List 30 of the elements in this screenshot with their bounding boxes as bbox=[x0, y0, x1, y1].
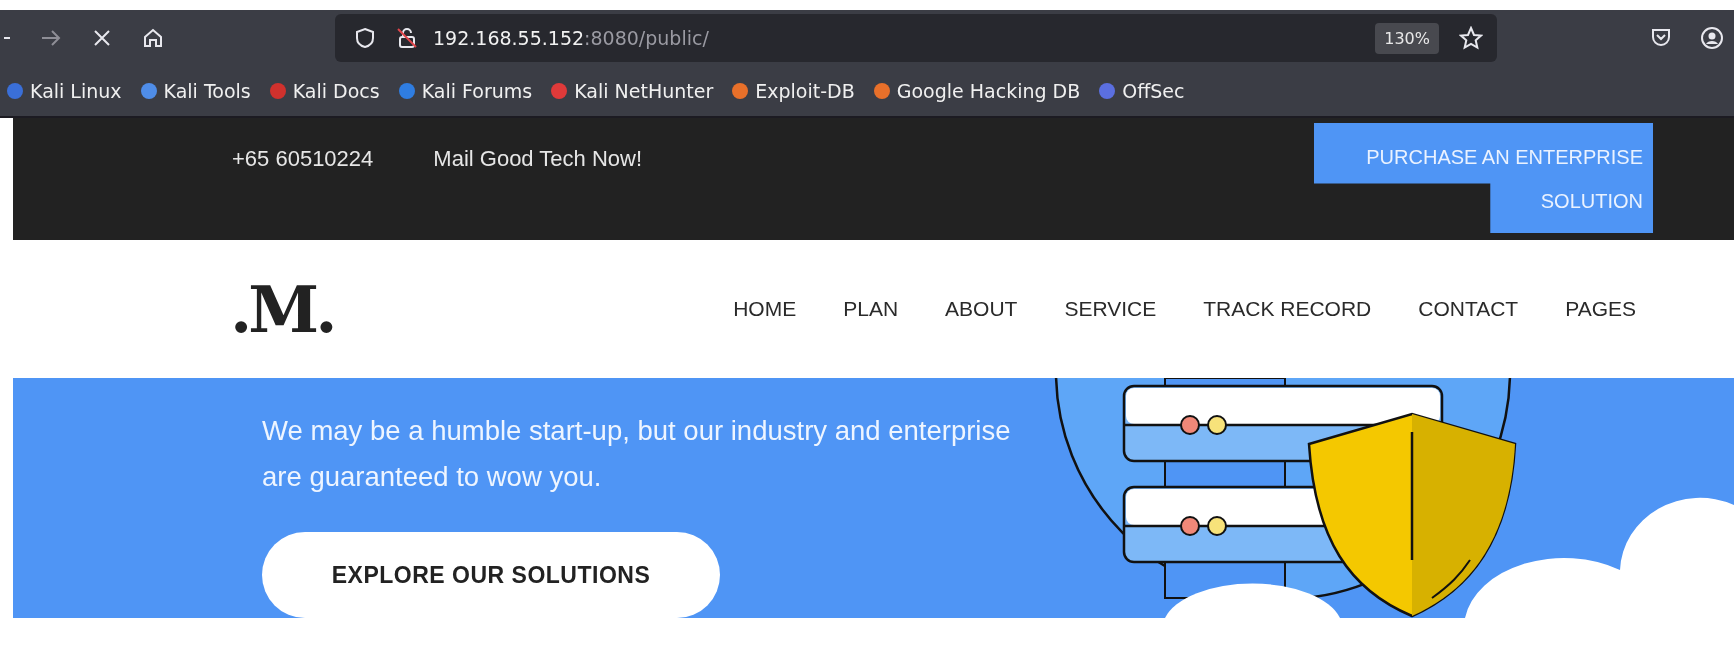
nav-link[interactable]: SERVICE bbox=[1064, 297, 1157, 321]
bookmark-link[interactable]: Kali Docs bbox=[268, 80, 380, 102]
explore-button[interactable]: EXPLORE OUR SOLUTIONS bbox=[262, 532, 720, 618]
hero-text: We may be a humble start-up, but our industry and enterprise are guaranteed to wow you. bbox=[262, 414, 1012, 494]
nav-link[interactable]: PAGES bbox=[1565, 297, 1636, 321]
bookmark-link[interactable]: Kali Tools bbox=[139, 80, 251, 102]
pocket-icon[interactable] bbox=[1650, 26, 1672, 48]
star-icon[interactable] bbox=[1459, 26, 1483, 50]
bookmark-link[interactable]: Exploit-DB bbox=[731, 80, 855, 102]
url-text: 192.168.55.152:8080/public/ bbox=[433, 27, 710, 49]
nav-link[interactable]: CONTACT bbox=[1418, 297, 1519, 321]
bookmark-link[interactable]: Kali Linux bbox=[6, 80, 122, 102]
bookmark-link[interactable]: OffSec bbox=[1098, 80, 1185, 102]
zoom-level[interactable]: 130% bbox=[1375, 22, 1439, 54]
nav-link[interactable]: TRACK RECORD bbox=[1203, 297, 1372, 321]
shield-icon[interactable] bbox=[355, 27, 375, 49]
bookmark-link[interactable]: Kali Forums bbox=[397, 80, 533, 102]
account-icon[interactable] bbox=[1700, 26, 1724, 50]
phone-number: +65 60510224 bbox=[232, 146, 374, 172]
home-icon[interactable] bbox=[142, 27, 164, 49]
bookmark-link[interactable]: Google Hacking DB bbox=[872, 80, 1081, 102]
nav-link[interactable]: PLAN bbox=[843, 297, 899, 321]
address-bar[interactable]: 192.168.55.152:8080/public/ 130% bbox=[335, 14, 1497, 62]
logo[interactable]: .M. bbox=[230, 271, 334, 347]
stop-icon[interactable] bbox=[92, 28, 112, 48]
mail-link[interactable]: Mail Good Tech Now! bbox=[433, 146, 643, 172]
insecure-lock-icon[interactable] bbox=[395, 26, 419, 50]
bookmark-link[interactable]: Kali NetHunter bbox=[550, 80, 714, 102]
nav-link[interactable]: ABOUT bbox=[945, 297, 1018, 321]
nav-link[interactable]: HOME bbox=[733, 297, 797, 321]
